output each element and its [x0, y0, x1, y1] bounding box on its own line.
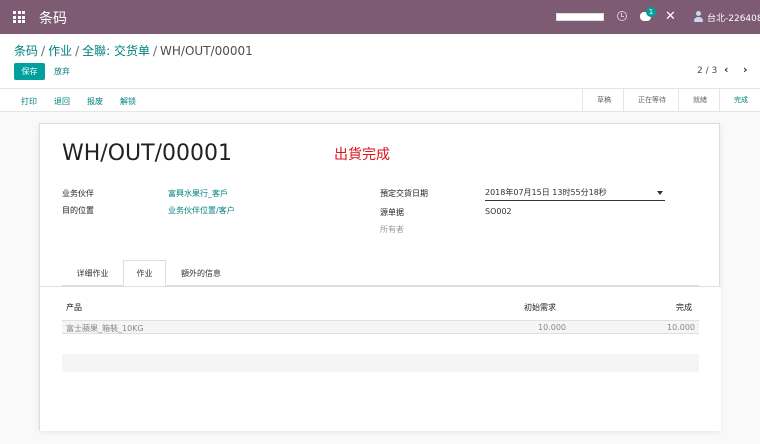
breadcrumb-item-operations[interactable]: 作业 [48, 44, 72, 58]
table-footer-row [62, 354, 699, 372]
partner-field[interactable]: 富興水果行_客戶 [168, 188, 228, 199]
status-step-done[interactable]: 完成 [719, 89, 760, 111]
pager-next-icon[interactable]: › [743, 63, 748, 76]
column-initial-demand[interactable]: 初始需求 [524, 302, 556, 313]
destination-label: 目的位置 [62, 206, 94, 215]
scrap-button[interactable]: 报废 [87, 96, 103, 107]
chat-badge: 1 [646, 7, 656, 17]
column-product[interactable]: 产品 [66, 302, 82, 313]
print-button[interactable]: 打印 [21, 96, 37, 107]
destination-field[interactable]: 业务伙伴位置/客户 [168, 205, 235, 216]
top-navbar: 条码 1 ✕ 台北-226408 [0, 0, 760, 34]
source-document-label: 源单据 [380, 208, 404, 217]
tab-operations[interactable]: 作业 [123, 260, 166, 286]
notebook-tabs: 详细作业 作业 額外的信息 [62, 260, 699, 286]
done-ribbon: 出貨完成 [334, 147, 390, 163]
status-step-waiting[interactable]: 正在等待 [623, 89, 678, 111]
table-header: 产品 初始需求 完成 [62, 302, 699, 318]
scheduled-date-field[interactable]: 2018年07月15日 13时55分18秒 [485, 187, 665, 201]
column-done[interactable]: 完成 [676, 302, 692, 313]
status-step-ready[interactable]: 就緒 [678, 89, 719, 111]
user-menu[interactable]: 台北-226408 [707, 11, 760, 24]
done-cell: 10.000 [667, 323, 695, 332]
record-title: WH/OUT/00001 [62, 141, 232, 166]
demand-cell: 10.000 [538, 323, 566, 332]
status-step-draft[interactable]: 草稿 [582, 89, 623, 111]
apps-menu-icon[interactable] [13, 11, 25, 23]
save-button[interactable]: 保存 [14, 63, 45, 80]
tab-additional-info[interactable]: 額外的信息 [166, 260, 236, 286]
unlock-button[interactable]: 解锁 [120, 96, 136, 107]
clock-icon[interactable] [617, 11, 627, 21]
pager-value[interactable]: 2 / 3 [697, 66, 717, 76]
pager-prev-icon[interactable]: ‹ [724, 63, 729, 76]
breadcrumb-current: WH/OUT/00001 [160, 44, 253, 58]
breadcrumb-item-barcode[interactable]: 条码 [14, 44, 38, 58]
barcode-progress-indicator [556, 13, 604, 21]
product-cell: 富士蘋果_箱裝_10KG [66, 324, 144, 333]
discard-button[interactable]: 放弃 [54, 63, 70, 80]
source-document-value: SO002 [485, 207, 512, 216]
scheduled-date-label: 預定交貨日期 [380, 189, 428, 198]
owner-field[interactable]: 所有者 [380, 224, 404, 235]
caret-down-icon[interactable] [657, 191, 663, 195]
breadcrumb: 条码 / 作业 / 全聯: 交货单 / WH/OUT/00001 [14, 44, 253, 58]
app-brand[interactable]: 条码 [39, 8, 67, 28]
control-panel: 条码 / 作业 / 全聯: 交货单 / WH/OUT/00001 保存 放弃 2 / 3 ‹… [0, 34, 760, 88]
return-button[interactable]: 退回 [54, 96, 70, 107]
tab-detailed-operations[interactable]: 详细作业 [62, 260, 123, 286]
scheduled-date-value: 2018年07月15日 13时55分18秒 [485, 188, 607, 197]
partner-label: 业务伙伴 [62, 189, 94, 198]
breadcrumb-item-delivery[interactable]: 全聯: 交货单 [82, 44, 150, 58]
user-icon [694, 11, 703, 22]
action-bar: 打印 退回 报废 解锁 草稿 正在等待 就緒 完成 [0, 88, 760, 112]
close-icon[interactable]: ✕ [665, 9, 676, 24]
status-bar: 草稿 正在等待 就緒 完成 [582, 89, 760, 111]
table-row[interactable]: 富士蘋果_箱裝_10KG 10.000 10.000 [62, 320, 699, 334]
form-sheet: WH/OUT/00001 出貨完成 业务伙伴 富興水果行_客戶 目的位置 业务伙… [39, 123, 721, 431]
